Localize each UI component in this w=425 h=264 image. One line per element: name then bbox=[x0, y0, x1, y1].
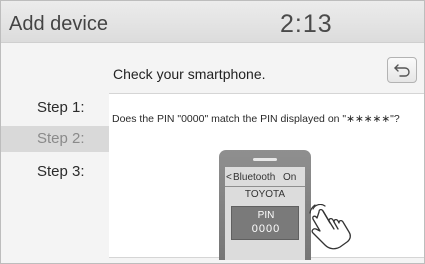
step-3: Step 3: bbox=[37, 163, 85, 180]
instruction-text: Check your smartphone. bbox=[113, 66, 266, 82]
pin-label: PIN bbox=[257, 210, 275, 221]
bluetooth-row: < Bluetooth On bbox=[225, 171, 305, 186]
screen-title: Add device bbox=[9, 13, 108, 35]
divider bbox=[225, 186, 305, 187]
bluetooth-status: On bbox=[283, 172, 297, 183]
chevron-left-icon: < bbox=[226, 172, 232, 183]
add-device-screen: Add device 2:13 Check your smartphone. S… bbox=[0, 0, 425, 264]
step-2: Step 2: bbox=[1, 126, 109, 152]
smartphone-illustration: < Bluetooth On TOYOTA PIN 0000 bbox=[219, 150, 311, 260]
return-arrow-icon bbox=[394, 64, 410, 77]
back-button[interactable] bbox=[387, 57, 417, 83]
bluetooth-label: Bluetooth bbox=[233, 172, 276, 183]
pin-question: Does the PIN "0000" match the PIN displa… bbox=[112, 113, 400, 125]
pin-display: PIN 0000 bbox=[231, 206, 299, 240]
pin-code: 0000 bbox=[251, 223, 281, 235]
clock: 2:13 bbox=[280, 10, 333, 38]
header-bar: Add device 2:13 bbox=[1, 1, 424, 43]
step-1: Step 1: bbox=[37, 99, 85, 116]
phone-speaker bbox=[253, 158, 277, 161]
content-panel: Does the PIN "0000" match the PIN displa… bbox=[109, 93, 424, 260]
tap-hand-icon bbox=[309, 204, 351, 250]
device-name: TOYOTA bbox=[244, 189, 286, 200]
phone-screen: < Bluetooth On TOYOTA PIN 0000 bbox=[225, 167, 305, 260]
